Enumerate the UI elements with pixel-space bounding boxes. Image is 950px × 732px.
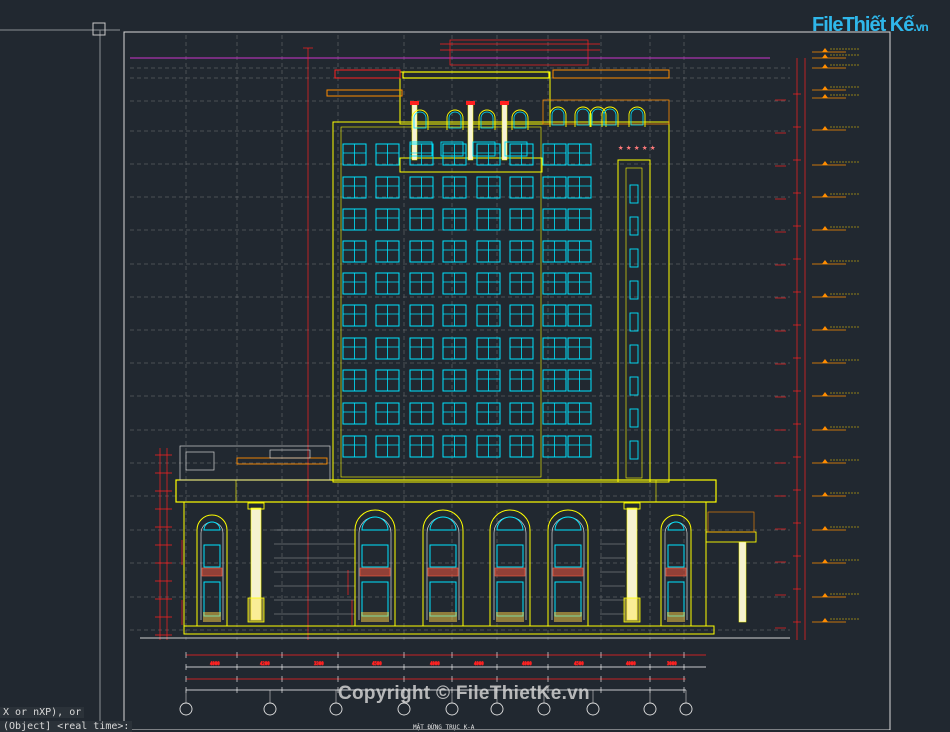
bay-light-glow — [429, 612, 457, 622]
dim-text: 4000 — [626, 661, 636, 666]
bay-balustrade — [665, 567, 687, 577]
star-icon: ★ — [626, 143, 632, 153]
dim-text: 4000 — [210, 661, 220, 666]
dim-text: 4000 — [474, 661, 484, 666]
crown-column-capital — [466, 101, 475, 105]
dim-text: 4000 — [430, 661, 440, 666]
crown-column — [467, 103, 474, 161]
command-line-history: X or nXP), or — [0, 707, 85, 718]
column-base-glow — [623, 597, 641, 623]
star-icon: ★ — [618, 143, 624, 153]
logo-suffix: .vn — [913, 20, 928, 34]
dim-text: 3300 — [314, 661, 324, 666]
command-line-prompt[interactable]: (Object] <real time>: — [0, 721, 133, 732]
site-logo: FileThiết Kế.vn — [812, 14, 929, 37]
dim-text: 4000 — [522, 661, 532, 666]
logo-main: FileThiết Kế — [812, 14, 914, 36]
crown-column — [501, 103, 508, 161]
bay-light-glow — [554, 612, 582, 622]
crown-column-capital — [410, 101, 419, 105]
bay-light-glow — [496, 612, 524, 622]
star-icon: ★ — [642, 143, 648, 153]
column-icon — [738, 541, 747, 623]
star-icon: ★ — [634, 143, 640, 153]
bay-balustrade — [201, 567, 223, 577]
bay-balustrade — [359, 567, 391, 577]
bay-balustrade — [552, 567, 584, 577]
dim-text: 4500 — [372, 661, 382, 666]
bay-light-glow — [203, 612, 221, 622]
bay-balustrade — [427, 567, 459, 577]
column-base-glow — [247, 597, 265, 623]
star-icon: ★ — [650, 143, 656, 153]
crown-column-capital — [500, 101, 509, 105]
dim-text: 3000 — [667, 661, 677, 666]
dim-text: 4500 — [574, 661, 584, 666]
cad-drawing-canvas[interactable]: 4000 4200 3300 4500 4000 4000 4000 4500 4000 3000… — [0, 0, 950, 730]
copyright-watermark: Copyright © FileThietKe.vn — [338, 683, 590, 704]
bay-light-glow — [361, 612, 389, 622]
bay-light-glow — [667, 612, 685, 622]
bay-balustrade — [494, 567, 526, 577]
dim-text: 4200 — [260, 661, 270, 666]
